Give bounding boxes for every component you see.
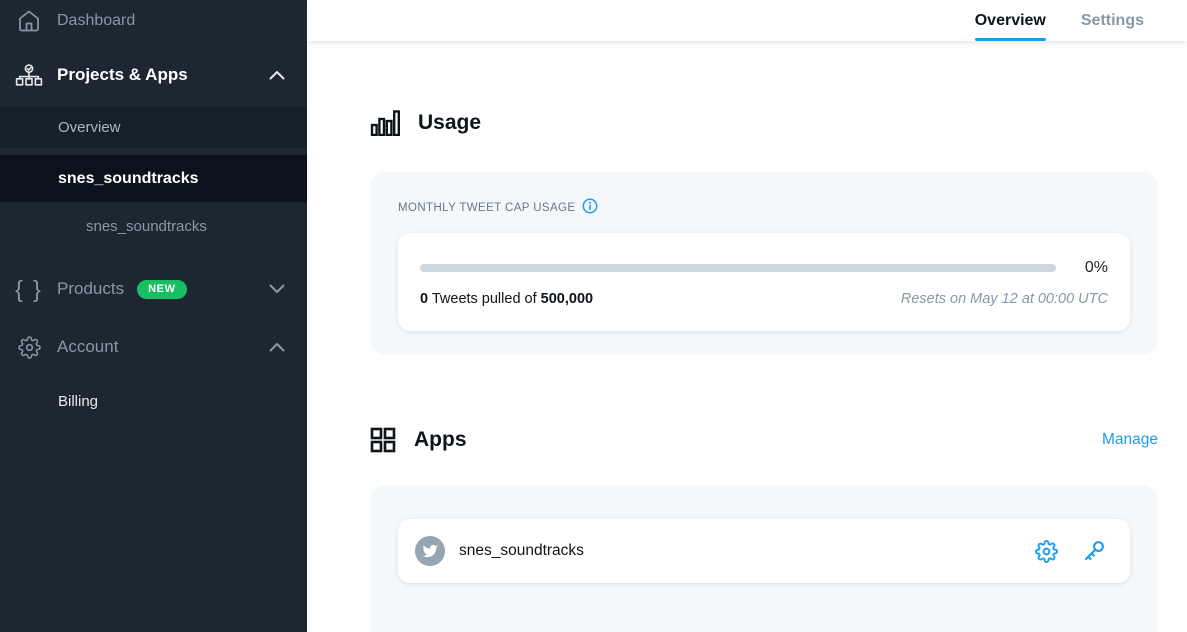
tweet-cap-panel: MONTHLY TWEET CAP USAGE [370, 172, 1158, 354]
tab-label: Settings [1081, 12, 1144, 30]
twitter-bird-icon [415, 536, 445, 566]
developer-portal-window: Dashboard Projects & Apps [0, 0, 1187, 632]
info-icon[interactable] [582, 198, 598, 217]
tweet-cap-progress-row: 0% [420, 259, 1108, 277]
sidebar: Dashboard Projects & Apps [0, 0, 307, 632]
tab-settings[interactable]: Settings [1081, 0, 1144, 41]
sidebar-item-label: Account [57, 337, 118, 357]
tweet-cap-text-row: 0 Tweets pulled of 500,000 Resets on May… [420, 291, 1108, 307]
sidebar-item-app[interactable]: snes_soundtracks [0, 202, 307, 251]
braces-icon: { } [15, 278, 43, 301]
app-card[interactable]: snes_soundtracks [398, 519, 1130, 583]
apps-section-title: Apps [414, 428, 467, 452]
sidebar-item-billing[interactable]: Billing [0, 379, 307, 423]
sidebar-item-label: Overview [58, 119, 121, 136]
tweet-cap-total: 500,000 [541, 291, 593, 307]
usage-section-title: Usage [418, 111, 481, 135]
manage-apps-link[interactable]: Manage [1102, 431, 1158, 449]
chevron-up-icon [269, 342, 285, 352]
tweet-cap-progress-track [420, 264, 1056, 272]
sidebar-item-label: snes_soundtracks [86, 218, 207, 235]
usage-section-header: Usage [370, 110, 1158, 136]
bar-chart-icon [370, 110, 400, 136]
tweets-pulled-count: 0 [420, 291, 428, 307]
sidebar-item-label: snes_soundtracks [58, 170, 199, 188]
sidebar-item-projects-apps[interactable]: Projects & Apps [0, 54, 307, 96]
sidebar-item-label: Products [57, 279, 124, 299]
sitemap-icon [15, 64, 43, 87]
app-card-actions [1035, 539, 1106, 564]
app-settings-gear-icon[interactable] [1035, 540, 1058, 563]
chevron-up-icon [269, 70, 285, 80]
chevron-down-icon [269, 284, 285, 294]
app-keys-key-icon[interactable] [1081, 539, 1106, 564]
sidebar-item-account[interactable]: Account [0, 325, 307, 369]
tweet-cap-label: MONTHLY TWEET CAP USAGE [398, 202, 575, 214]
tweets-pulled-middle: Tweets pulled of [428, 291, 541, 307]
sidebar-item-dashboard[interactable]: Dashboard [0, 0, 307, 42]
apps-panel: snes_soundtracks [370, 486, 1158, 632]
gear-icon [15, 336, 43, 359]
sidebar-item-overview[interactable]: Overview [0, 107, 307, 148]
tweets-pulled-text: 0 Tweets pulled of 500,000 [420, 291, 593, 307]
top-tab-bar: Overview Settings [307, 0, 1187, 41]
sidebar-item-label: Dashboard [57, 12, 135, 30]
app-card-name: snes_soundtracks [459, 542, 584, 560]
main-content: Usage MONTHLY TWEET CAP USAGE [307, 41, 1187, 632]
tweet-cap-percent: 0% [1056, 259, 1108, 277]
sidebar-item-label: Billing [58, 393, 98, 410]
tab-overview[interactable]: Overview [975, 0, 1046, 41]
tweet-cap-card: 0% 0 Tweets pulled of 500,000 Resets on … [398, 233, 1130, 331]
cap-reset-text: Resets on May 12 at 00:00 UTC [901, 291, 1108, 307]
tweet-cap-label-row: MONTHLY TWEET CAP USAGE [398, 198, 1130, 217]
grid-icon [370, 427, 396, 453]
home-icon [15, 9, 43, 33]
sidebar-item-project-selected[interactable]: snes_soundtracks [0, 155, 307, 202]
main-area: Overview Settings Usage [307, 0, 1187, 632]
sidebar-item-products[interactable]: { } Products NEW [0, 267, 307, 311]
sidebar-item-label: Projects & Apps [57, 65, 188, 85]
new-badge: NEW [137, 280, 186, 299]
apps-section-header: Apps Manage [370, 427, 1158, 453]
tab-label: Overview [975, 12, 1046, 30]
